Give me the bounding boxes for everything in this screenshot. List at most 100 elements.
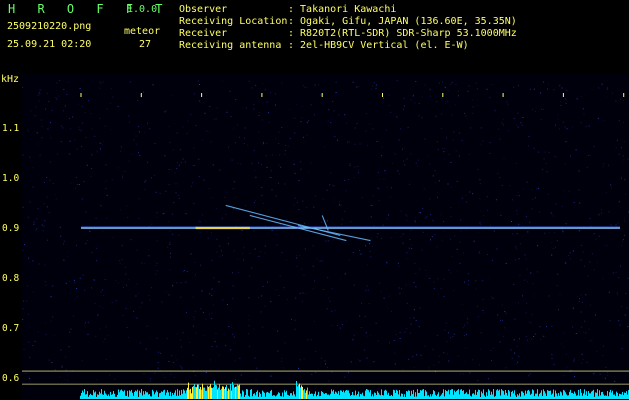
noise-dot <box>378 172 379 173</box>
histogram-bar <box>393 389 394 399</box>
noise-dot <box>325 240 327 242</box>
histogram-bar <box>120 390 121 399</box>
noise-dot <box>558 309 559 311</box>
noise-dot <box>262 326 264 328</box>
noise-dot <box>152 84 154 86</box>
noise-dot <box>589 154 591 156</box>
noise-dot <box>396 80 398 82</box>
noise-dot <box>39 89 41 91</box>
noise-dot <box>36 132 38 134</box>
histogram-bar <box>584 389 585 399</box>
noise-dot <box>383 178 385 180</box>
noise-dot <box>198 100 200 102</box>
noise-dot <box>344 376 346 378</box>
noise-dot <box>228 326 230 328</box>
noise-dot <box>378 199 380 201</box>
noise-dot <box>231 327 233 328</box>
noise-dot <box>298 367 299 369</box>
noise-dot <box>398 265 400 267</box>
histogram-bar <box>386 390 387 399</box>
noise-dot <box>457 270 459 272</box>
noise-dot <box>501 185 503 186</box>
histogram-bar <box>442 392 443 399</box>
noise-dot <box>586 166 588 168</box>
histogram-bar <box>478 389 479 399</box>
noise-dot <box>205 220 207 222</box>
histogram-bar <box>230 384 231 399</box>
noise-dot <box>381 155 383 157</box>
noise-dot <box>585 294 587 296</box>
histogram-bar <box>599 390 600 399</box>
histogram-bar <box>485 396 486 399</box>
histogram-bar <box>263 391 264 399</box>
noise-dot <box>499 138 501 140</box>
noise-dot <box>169 243 171 245</box>
histogram-bar <box>240 393 241 399</box>
histogram-bar <box>557 396 558 399</box>
noise-dot <box>478 364 480 366</box>
histogram-bar <box>107 395 108 399</box>
histogram-bar <box>441 394 442 399</box>
noise-dot <box>69 331 71 333</box>
noise-dot <box>435 115 437 117</box>
histogram-bar <box>326 393 327 399</box>
noise-dot <box>192 296 194 298</box>
histogram-bar <box>246 389 247 399</box>
noise-dot <box>562 121 564 123</box>
noise-dot <box>28 341 30 343</box>
noise-dot <box>601 83 603 85</box>
noise-dot <box>608 211 610 213</box>
noise-dot <box>164 155 166 157</box>
noise-dot <box>128 160 130 162</box>
histogram-bar <box>123 391 124 399</box>
noise-dot <box>436 246 438 248</box>
histogram-bar <box>229 389 230 399</box>
noise-dot <box>472 112 474 114</box>
noise-dot <box>501 319 503 321</box>
noise-dot <box>26 285 28 287</box>
noise-dot <box>615 224 617 226</box>
noise-dot <box>169 142 171 144</box>
noise-dot <box>622 240 623 242</box>
noise-dot <box>88 100 89 102</box>
histogram-bar <box>375 393 376 399</box>
histogram-bar <box>270 390 271 399</box>
histogram-bar <box>225 387 226 399</box>
noise-dot <box>180 346 182 348</box>
histogram-bar <box>110 391 111 399</box>
noise-dot <box>61 367 63 368</box>
noise-dot <box>105 180 107 182</box>
histogram-bar <box>534 396 535 399</box>
noise-dot <box>150 287 152 289</box>
histogram-bar <box>506 392 507 399</box>
noise-dot <box>438 82 440 84</box>
noise-dot <box>606 87 608 89</box>
noise-dot <box>559 294 561 296</box>
noise-dot <box>503 118 505 120</box>
histogram-bar <box>291 393 292 399</box>
noise-dot <box>278 182 279 184</box>
noise-dot <box>115 300 117 302</box>
noise-dot <box>533 147 535 149</box>
histogram-bar <box>460 389 461 399</box>
histogram-bar <box>411 390 412 399</box>
histogram-bar <box>294 394 295 399</box>
noise-dot <box>183 270 185 272</box>
noise-dot <box>581 353 583 355</box>
noise-dot <box>452 336 454 338</box>
histogram-bar <box>419 392 420 399</box>
noise-dot <box>262 141 264 143</box>
noise-dot <box>138 152 140 154</box>
noise-dot <box>326 308 328 310</box>
noise-dot <box>137 292 139 294</box>
histogram-bar <box>403 396 404 399</box>
histogram-bar <box>409 390 410 399</box>
noise-dot <box>407 127 409 129</box>
noise-dot <box>444 158 446 160</box>
histogram-bar <box>108 394 109 399</box>
histogram-bar <box>180 395 181 399</box>
noise-dot <box>408 247 410 249</box>
noise-dot <box>508 130 510 132</box>
histogram-bar <box>140 392 141 399</box>
histogram-bar <box>119 392 120 399</box>
